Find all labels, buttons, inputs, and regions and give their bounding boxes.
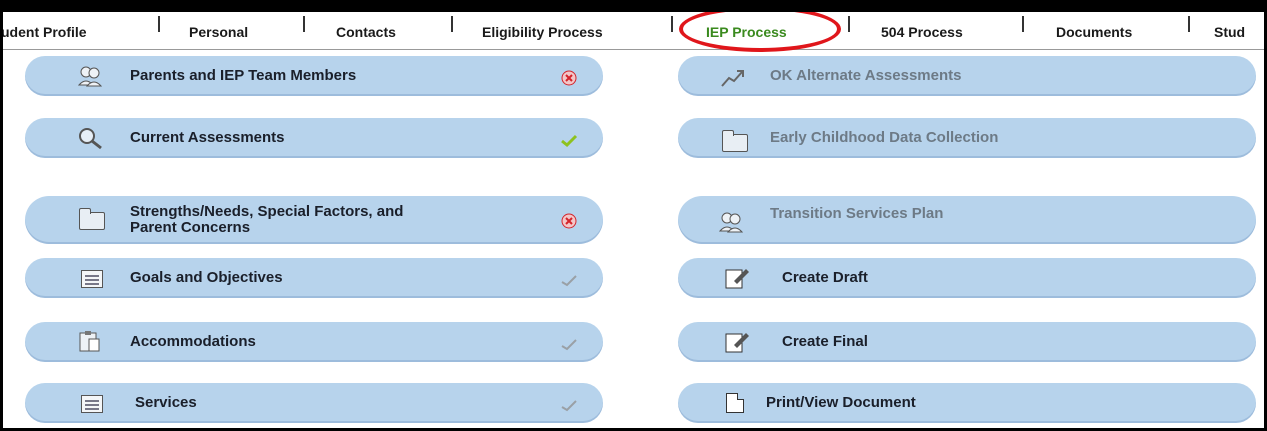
folder-icon	[722, 130, 748, 152]
incomplete-x-icon	[561, 213, 577, 229]
tab-documents[interactable]: Documents	[1056, 20, 1132, 44]
strengths-needs-button[interactable]: Strengths/Needs, Special Factors, and Pa…	[25, 196, 603, 244]
button-label: Goals and Objectives	[130, 269, 283, 286]
tab-student[interactable]: Stud	[1214, 20, 1245, 44]
print-view-document-button[interactable]: Print/View Document	[678, 383, 1256, 423]
incomplete-x-icon	[561, 70, 577, 86]
checkmark-icon	[561, 339, 577, 351]
early-childhood-data-button[interactable]: Early Childhood Data Collection	[678, 118, 1256, 158]
tab-separator	[451, 16, 453, 32]
folder-icon	[79, 208, 105, 230]
button-label-line2: Parent Concerns	[130, 219, 251, 236]
tab-bar: udent Profile Personal Contacts Eligibil…	[3, 12, 1264, 50]
parents-team-members-button[interactable]: Parents and IEP Team Members	[25, 56, 603, 96]
current-assessments-button[interactable]: Current Assessments	[25, 118, 603, 158]
highlight-circle	[679, 12, 841, 52]
checkmark-icon	[561, 134, 578, 148]
tab-separator	[1022, 16, 1024, 32]
transition-services-plan-button[interactable]: Transition Services Plan	[678, 196, 1256, 244]
tab-contacts[interactable]: Contacts	[336, 20, 396, 44]
edit-document-icon	[725, 269, 749, 289]
create-draft-button[interactable]: Create Draft	[678, 258, 1256, 298]
tab-separator	[303, 16, 305, 32]
goals-objectives-button[interactable]: Goals and Objectives	[25, 258, 603, 298]
clipboard-icon	[79, 331, 100, 352]
button-label: OK Alternate Assessments	[770, 67, 962, 84]
button-label: Current Assessments	[130, 129, 285, 146]
ok-alternate-assessments-button[interactable]: OK Alternate Assessments	[678, 56, 1256, 96]
services-button[interactable]: Services	[25, 383, 603, 423]
tab-separator	[848, 16, 850, 32]
button-label: Create Final	[782, 333, 868, 350]
create-final-button[interactable]: Create Final	[678, 322, 1256, 362]
button-label: Print/View Document	[766, 394, 916, 411]
button-label: Parents and IEP Team Members	[130, 67, 357, 84]
button-label: Early Childhood Data Collection	[770, 129, 999, 146]
button-label: Create Draft	[782, 269, 868, 286]
tab-separator	[671, 16, 673, 32]
edit-document-icon	[725, 333, 749, 353]
accommodations-button[interactable]: Accommodations	[25, 322, 603, 362]
checkmark-icon	[561, 400, 577, 412]
people-icon	[718, 212, 744, 233]
button-label: Services	[135, 394, 197, 411]
checkmark-icon	[561, 275, 577, 287]
document-icon	[726, 393, 744, 413]
button-label: Accommodations	[130, 333, 256, 350]
magnifier-icon	[79, 128, 102, 150]
app-frame: udent Profile Personal Contacts Eligibil…	[0, 0, 1267, 431]
people-icon	[77, 66, 103, 87]
button-label: Strengths/Needs, Special Factors, and	[130, 203, 404, 220]
tab-student-profile[interactable]: udent Profile	[3, 20, 87, 44]
checklist-icon	[81, 395, 103, 413]
tab-separator	[1188, 16, 1190, 32]
chart-icon	[721, 70, 744, 87]
checklist-icon	[81, 270, 103, 288]
tab-504-process[interactable]: 504 Process	[881, 20, 963, 44]
tab-personal[interactable]: Personal	[189, 20, 248, 44]
tab-eligibility-process[interactable]: Eligibility Process	[482, 20, 603, 44]
tab-separator	[158, 16, 160, 32]
button-label: Transition Services Plan	[770, 205, 944, 222]
